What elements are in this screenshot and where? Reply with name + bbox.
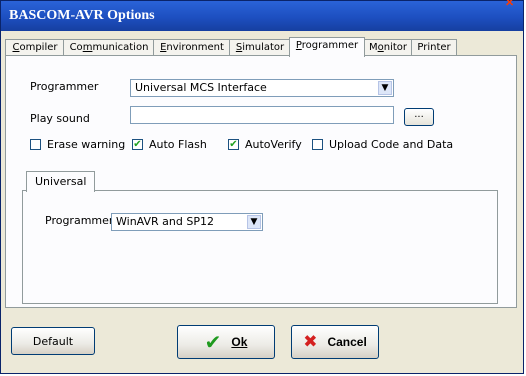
tab-communication-label: munication <box>92 42 149 53</box>
tab-printer[interactable]: Printer <box>411 39 457 56</box>
erase-warning-checkbox[interactable]: Erase warning <box>30 138 125 151</box>
checkbox-unchecked-icon <box>312 139 323 150</box>
tab-communication-pre: Co <box>69 42 83 53</box>
checkmark-icon: ✔ <box>132 139 143 150</box>
programmer-select[interactable]: Universal MCS Interface ▼ <box>130 79 394 97</box>
cancel-button[interactable]: ✖ Cancel <box>291 325 379 359</box>
tab-programmer[interactable]: Programmer <box>289 37 365 57</box>
window-title: BASCOM-AVR Options <box>9 8 155 23</box>
options-window: BASCOM-AVR Options ✕ Compiler Communicat… <box>0 0 524 374</box>
auto-flash-label: Auto Flash <box>149 138 207 151</box>
tab-compiler[interactable]: Compiler <box>5 39 65 56</box>
programmer-label: Programmer <box>30 80 99 93</box>
checkmark-icon: ✔ <box>228 139 239 150</box>
upload-code-data-checkbox[interactable]: Upload Code and Data <box>312 138 453 151</box>
cancel-button-label: Cancel <box>327 335 367 349</box>
ok-button-label: Ok <box>231 335 247 349</box>
tab-printer-label: Printer <box>417 42 451 53</box>
upload-code-data-label: Upload Code and Data <box>329 138 454 151</box>
sub-programmer-select-value: WinAVR and SP12 <box>116 215 214 228</box>
checkbox-unchecked-icon <box>30 139 41 150</box>
tab-communication[interactable]: Communication <box>63 39 155 56</box>
default-button-label: Default <box>32 334 74 348</box>
subtab-universal[interactable]: Universal <box>26 171 96 192</box>
tab-environment-label: nvironment <box>166 42 224 53</box>
browse-sound-button[interactable]: ... <box>404 108 434 126</box>
programmer-panel: Programmer Universal MCS Interface ▼ Pla… <box>5 55 517 308</box>
erase-warning-label: Erase warning <box>47 138 126 151</box>
auto-verify-checkbox[interactable]: ✔ AutoVerify <box>228 138 302 151</box>
sub-programmer-select[interactable]: WinAVR and SP12 ▼ <box>111 213 263 231</box>
tab-communication-accel: m <box>82 42 93 53</box>
programmer-select-value: Universal MCS Interface <box>135 81 267 94</box>
tab-programmer-label: rogrammer <box>301 40 359 51</box>
auto-flash-checkbox[interactable]: ✔ Auto Flash <box>132 138 207 151</box>
tab-monitor-label: nitor <box>383 42 408 53</box>
sub-programmer-label: Programmer <box>45 214 114 227</box>
chevron-down-icon[interactable]: ▼ <box>247 215 261 229</box>
tab-monitor[interactable]: Monitor <box>363 39 413 56</box>
ok-button-text: Ok <box>231 335 248 349</box>
checkmark-icon: ✔ <box>204 330 222 354</box>
auto-verify-label: AutoVerify <box>245 138 302 151</box>
play-sound-label: Play sound <box>30 112 90 125</box>
tab-compiler-label: ompiler <box>19 42 58 53</box>
title-bar: BASCOM-AVR Options ✕ <box>1 0 523 31</box>
close-icon[interactable]: ✕ <box>505 0 515 9</box>
play-sound-input[interactable] <box>130 106 394 124</box>
default-button[interactable]: Default <box>11 327 95 355</box>
tab-environment[interactable]: Environment <box>153 39 231 56</box>
tab-simulator[interactable]: Simulator <box>229 39 291 56</box>
tab-simulator-label: imulator <box>242 42 285 53</box>
universal-panel: Programmer WinAVR and SP12 ▼ <box>22 190 498 304</box>
close-icon: ✖ <box>303 331 318 352</box>
tab-monitor-pre: M <box>368 42 378 53</box>
ok-button[interactable]: ✔ Ok <box>177 325 275 359</box>
chevron-down-icon[interactable]: ▼ <box>378 81 392 95</box>
